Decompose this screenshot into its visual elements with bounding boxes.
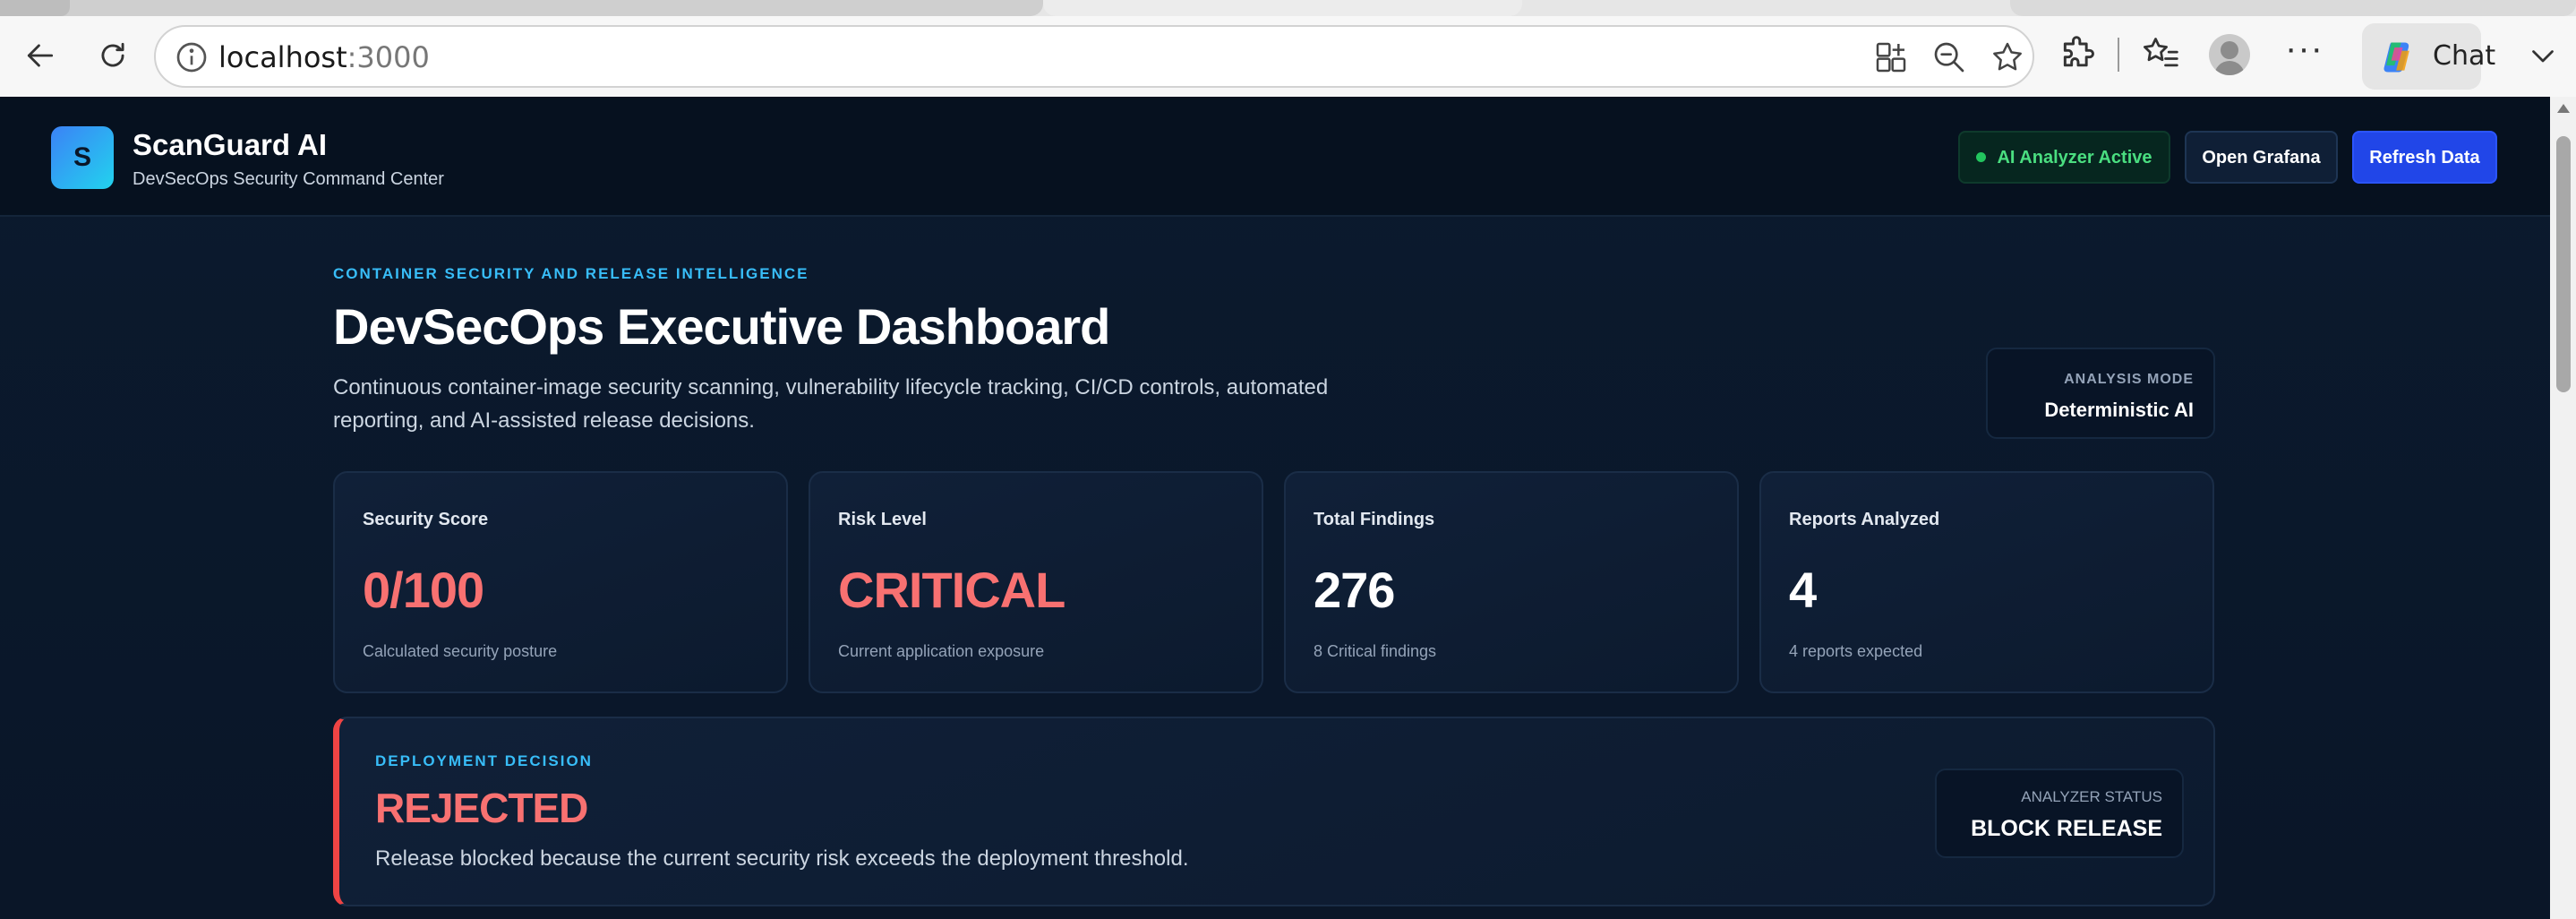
analyzer-status-label: ANALYZER STATUS xyxy=(2021,788,2162,805)
favorite-star-icon[interactable] xyxy=(1990,39,2025,75)
avatar-head xyxy=(2221,41,2238,59)
page-title: DevSecOps Executive Dashboard xyxy=(333,298,1110,355)
browser-tab[interactable] xyxy=(1043,0,1522,16)
metric-subtext: 4 reports expected xyxy=(1789,642,1923,660)
metric-card-risk-level: Risk Level CRITICAL Current application … xyxy=(809,471,1263,693)
scroll-up-icon[interactable] xyxy=(2557,104,2570,113)
metric-label: Reports Analyzed xyxy=(1789,510,1940,529)
metric-value: CRITICAL xyxy=(838,562,1065,618)
site-info-icon[interactable] xyxy=(174,39,210,75)
chevron-down-icon[interactable] xyxy=(2527,39,2559,72)
tab-strip xyxy=(0,0,2576,16)
decision-description: Release blocked because the current secu… xyxy=(375,846,1189,871)
back-button[interactable] xyxy=(13,29,67,82)
chat-label: Chat xyxy=(2433,40,2496,72)
metric-value: 276 xyxy=(1314,562,1395,618)
metric-subtext: Current application exposure xyxy=(838,642,1045,660)
metric-value: 0/100 xyxy=(363,562,484,618)
decision-value: REJECTED xyxy=(375,785,588,831)
deployment-decision-panel: DEPLOYMENT DECISION REJECTED Release blo… xyxy=(333,717,2215,906)
profile-avatar-icon[interactable] xyxy=(2209,34,2250,75)
url-port: :3000 xyxy=(347,40,430,74)
page-scrollbar[interactable] xyxy=(2550,97,2576,919)
copilot-chat-button[interactable]: Chat xyxy=(2362,23,2495,90)
app-viewport: S ScanGuard AI DevSecOps Security Comman… xyxy=(0,97,2550,919)
page-description: Continuous container-image security scan… xyxy=(333,375,1329,433)
address-bar[interactable]: localhost:3000 xyxy=(154,25,2034,88)
zoom-out-icon[interactable] xyxy=(1931,39,1967,75)
analysis-mode-panel: ANALYSIS MODE Deterministic AI xyxy=(1986,348,2215,439)
ai-status-label: AI Analyzer Active xyxy=(1997,147,2152,167)
toolbar-separator xyxy=(2118,38,2119,72)
metric-subtext: 8 Critical findings xyxy=(1314,642,1437,660)
copilot-icon xyxy=(2383,42,2409,73)
status-dot-icon xyxy=(1976,152,1987,162)
brand-name: ScanGuard AI xyxy=(133,128,327,161)
metric-subtext: Calculated security posture xyxy=(363,642,558,660)
hero-eyebrow: CONTAINER SECURITY AND RELEASE INTELLIGE… xyxy=(333,265,809,282)
metric-value: 4 xyxy=(1789,562,1817,618)
brand-subtitle: DevSecOps Security Command Center xyxy=(133,169,444,189)
analysis-mode-label: ANALYSIS MODE xyxy=(2064,372,2194,387)
extensions-icon[interactable] xyxy=(2058,34,2098,73)
address-url[interactable]: localhost:3000 xyxy=(218,39,430,75)
metric-label: Security Score xyxy=(363,510,489,529)
logo-letter: S xyxy=(73,142,91,172)
analysis-mode-value: Deterministic AI xyxy=(2044,399,2194,421)
back-icon xyxy=(27,44,54,67)
analyzer-status-panel: ANALYZER STATUS BLOCK RELEASE xyxy=(1935,769,2184,858)
metric-card-reports-analyzed: Reports Analyzed 4 4 reports expected xyxy=(1759,471,2214,693)
browser-tab[interactable] xyxy=(2010,0,2576,16)
browser-chrome: localhost:3000 ··· Chat xyxy=(0,0,2576,97)
metric-label: Total Findings xyxy=(1314,510,1435,529)
avatar-body xyxy=(2214,61,2245,75)
favorites-list-icon[interactable] xyxy=(2141,34,2180,73)
url-host: localhost xyxy=(218,40,347,74)
browser-tab[interactable] xyxy=(0,0,1043,16)
browser-tab-active[interactable] xyxy=(0,0,70,16)
more-options-icon[interactable]: ··· xyxy=(2285,30,2324,66)
reload-icon xyxy=(101,42,124,67)
ai-analyzer-status-badge: AI Analyzer Active xyxy=(1958,131,2170,184)
refresh-data-button[interactable]: Refresh Data xyxy=(2352,131,2497,184)
metric-card-security-score: Security Score 0/100 Calculated security… xyxy=(333,471,788,693)
app-header: S ScanGuard AI DevSecOps Security Comman… xyxy=(0,97,2550,217)
metric-card-total-findings: Total Findings 276 8 Critical findings xyxy=(1284,471,1739,693)
reload-button[interactable] xyxy=(86,29,140,82)
add-tab-group-icon[interactable] xyxy=(1873,39,1909,75)
analyzer-status-value: BLOCK RELEASE xyxy=(1971,816,2162,841)
brand-logo: S xyxy=(51,126,114,189)
scroll-thumb[interactable] xyxy=(2556,136,2571,392)
decision-eyebrow: DEPLOYMENT DECISION xyxy=(375,752,593,769)
open-grafana-button[interactable]: Open Grafana xyxy=(2185,131,2338,184)
metric-label: Risk Level xyxy=(838,510,927,529)
